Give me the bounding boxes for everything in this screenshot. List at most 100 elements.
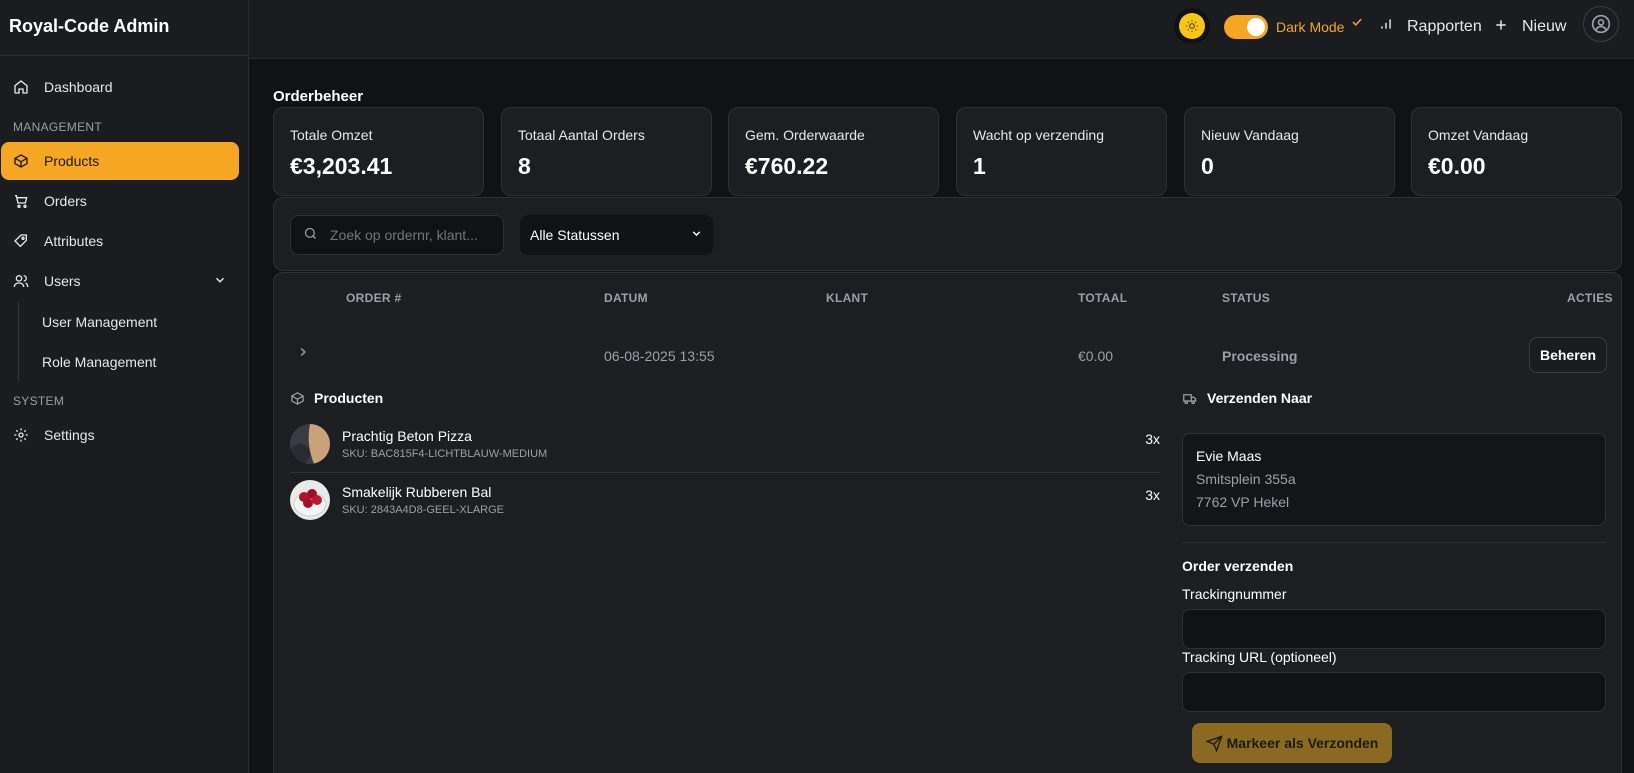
send-icon (1205, 734, 1223, 752)
shipping-title: Verzenden Naar (1207, 390, 1313, 406)
shipping-address: Evie Maas Smitsplein 355a 7762 VP Hekel (1182, 433, 1606, 526)
sidebar: Royal-Code Admin Dashboard MANAGEMENT Pr… (0, 0, 249, 773)
sidebar-item-users[interactable]: Users (9, 262, 239, 300)
column-header-status: STATUS (1222, 291, 1271, 305)
chevron-down-icon[interactable] (213, 273, 227, 290)
tracking-number-label: Trackingnummer (1182, 586, 1287, 602)
stat-label: Totaal Aantal Orders (518, 127, 645, 143)
product-image (290, 424, 330, 464)
sidebar-item-label: Orders (44, 193, 87, 209)
filter-bar: Alle Statussen (273, 197, 1622, 271)
status-select-value: Alle Statussen (530, 227, 620, 243)
product-name: Smakelijk Rubberen Bal (342, 484, 492, 500)
stat-value: 0 (1201, 153, 1214, 179)
chevron-right-icon[interactable] (296, 345, 310, 362)
sidebar-item-orders[interactable]: Orders (9, 182, 239, 220)
plus-icon (1494, 16, 1508, 37)
tag-icon (12, 232, 30, 250)
stat-label: Nieuw Vandaag (1201, 127, 1299, 143)
column-header-order: ORDER # (346, 291, 402, 305)
sidebar-item-label: Settings (44, 427, 95, 443)
stat-label: Totale Omzet (290, 127, 373, 143)
page-title: Orderbeheer (273, 88, 364, 105)
section-label-management: MANAGEMENT (13, 120, 103, 134)
divider (290, 472, 1160, 473)
dark-mode-label: Dark Mode (1276, 19, 1345, 35)
gear-icon (12, 426, 30, 444)
products-section-title: Producten (290, 390, 383, 406)
address-street: Smitsplein 355a (1196, 471, 1296, 487)
section-label-system: SYSTEM (13, 394, 65, 408)
divider (1182, 542, 1606, 543)
box-icon (290, 391, 305, 406)
shipping-section-title: Verzenden Naar (1182, 390, 1312, 406)
column-header-date: DATUM (604, 291, 648, 305)
product-sku: SKU: 2843A4D8-GEEL-XLARGE (342, 504, 505, 516)
truck-icon (1182, 391, 1198, 406)
sidebar-item-label: Users (44, 273, 81, 289)
stat-value: €3,203.41 (290, 153, 393, 179)
tracking-number-input[interactable] (1183, 610, 1605, 648)
search-icon (303, 226, 318, 244)
sidebar-item-dashboard[interactable]: Dashboard (9, 68, 239, 106)
stat-value: 8 (518, 153, 531, 179)
sidebar-nav: Dashboard MANAGEMENT Products Orders Att… (0, 56, 248, 454)
stat-card: Omzet Vandaag €0.00 (1411, 107, 1622, 196)
search-box[interactable] (290, 215, 504, 255)
date-cell: 06-08-2025 13:55 (604, 348, 715, 364)
stat-card: Gem. Orderwaarde €760.22 (728, 107, 939, 196)
mark-shipped-label: Markeer als Verzonden (1226, 735, 1379, 751)
check-icon (1350, 15, 1364, 32)
cart-icon (12, 192, 30, 210)
product-image (290, 480, 330, 520)
search-input[interactable] (330, 227, 500, 243)
tracking-number-field[interactable] (1182, 609, 1606, 649)
status-cell: Processing (1222, 348, 1298, 364)
stat-card: Totaal Aantal Orders 8 (501, 107, 712, 196)
address-name: Evie Maas (1196, 448, 1262, 464)
products-title: Producten (314, 390, 384, 406)
chevron-down-icon (690, 227, 703, 243)
stat-label: Gem. Orderwaarde (745, 127, 865, 143)
stat-card: Totale Omzet €3,203.41 (273, 107, 484, 196)
sidebar-item-products[interactable]: Products (1, 142, 239, 180)
address-city: 7762 VP Hekel (1196, 494, 1290, 510)
topbar: Dark Mode Rapporten Nieuw (249, 0, 1634, 59)
product-quantity: 3x (1145, 487, 1160, 503)
sidebar-item-label: Attributes (44, 233, 104, 249)
manage-button[interactable]: Beheren (1529, 337, 1607, 373)
product-item: Smakelijk Rubberen Bal SKU: 2843A4D8-GEE… (290, 475, 1160, 525)
tracking-url-field[interactable] (1182, 672, 1606, 712)
ship-form-title: Order verzenden (1182, 558, 1294, 574)
reports-link[interactable]: Rapporten (1407, 18, 1482, 36)
users-icon (12, 272, 30, 290)
product-quantity: 3x (1145, 431, 1160, 447)
sidebar-item-attributes[interactable]: Attributes (9, 222, 239, 260)
sidebar-item-label: Dashboard (44, 79, 113, 95)
stat-card: Nieuw Vandaag 0 (1184, 107, 1395, 196)
stat-value: €0.00 (1428, 153, 1486, 179)
status-select[interactable]: Alle Statussen (520, 215, 713, 255)
product-item: Prachtig Beton Pizza SKU: BAC815F4-LICHT… (290, 419, 1160, 469)
tracking-url-input[interactable] (1183, 673, 1605, 711)
dark-mode-toggle[interactable] (1224, 15, 1268, 39)
home-icon (12, 78, 30, 96)
bar-chart-icon (1379, 17, 1393, 34)
stat-value: 1 (973, 153, 986, 179)
theme-button[interactable] (1174, 8, 1210, 44)
sun-icon (1179, 13, 1205, 39)
mark-shipped-button[interactable]: Markeer als Verzonden (1192, 723, 1392, 763)
sidebar-item-settings[interactable]: Settings (9, 416, 239, 454)
orders-table: ORDER # DATUM KLANT TOTAAL STATUS ACTIES… (273, 272, 1622, 773)
sidebar-item-role-management[interactable]: Role Management (19, 342, 248, 382)
stat-card: Wacht op verzending 1 (956, 107, 1167, 196)
product-name: Prachtig Beton Pizza (342, 428, 472, 444)
user-avatar[interactable] (1583, 6, 1619, 42)
sidebar-item-user-management[interactable]: User Management (19, 302, 248, 342)
column-header-actions: ACTIES (1567, 291, 1613, 305)
stat-label: Wacht op verzending (973, 127, 1104, 143)
tracking-url-label: Tracking URL (optioneel) (1182, 649, 1337, 665)
new-button[interactable]: Nieuw (1522, 18, 1566, 36)
toggle-knob (1247, 18, 1265, 36)
stat-value: €760.22 (745, 153, 829, 179)
